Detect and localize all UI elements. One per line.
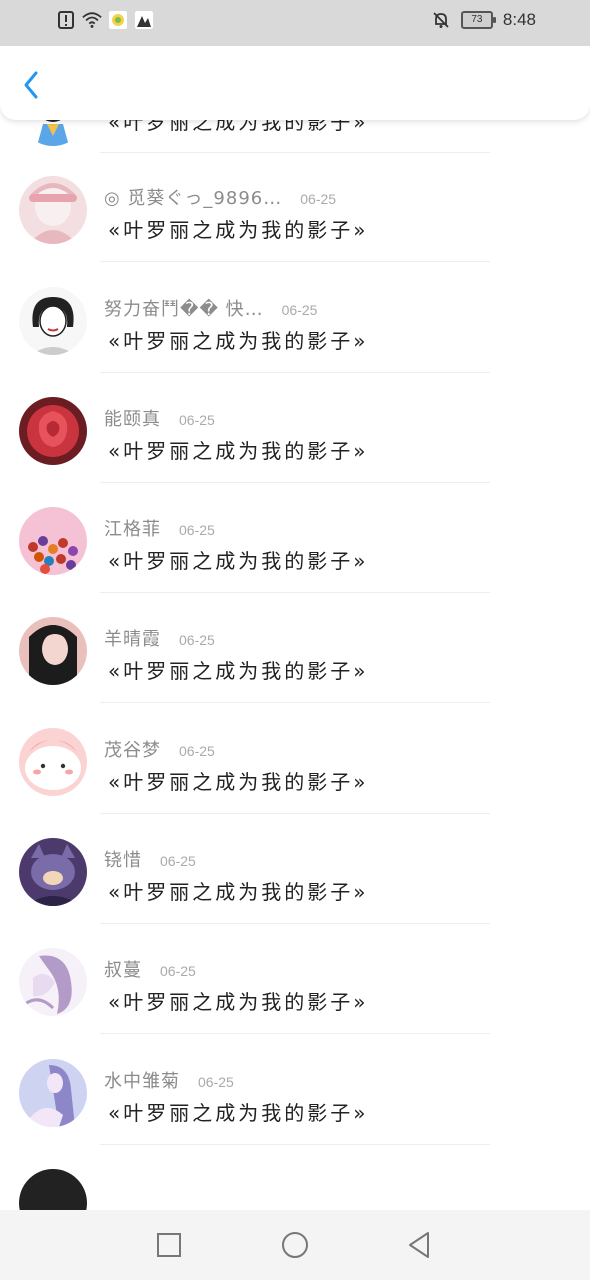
comment-list: 练聪 06-25 «叶罗丽之成为我的影子» ◎ 觅葵ぐっ_9896… 06-25… — [0, 120, 590, 1210]
user-name[interactable]: 铙惜 — [104, 846, 142, 872]
avatar[interactable] — [19, 176, 87, 245]
home-icon — [282, 1232, 308, 1258]
avatar[interactable] — [19, 286, 87, 355]
home-button[interactable] — [280, 1230, 310, 1260]
status-bar-right: 73 8:48 — [431, 10, 536, 30]
comment-text[interactable]: «叶罗丽之成为我的影子» — [108, 214, 368, 243]
back-icon — [409, 1232, 429, 1258]
post-date: 06-25 — [179, 522, 215, 539]
header-bar — [0, 46, 590, 120]
post-date: 06-25 — [198, 1073, 234, 1090]
comment-text[interactable]: «叶罗丽之成为我的影子» — [108, 1097, 368, 1126]
post-date: 06-25 — [281, 301, 318, 318]
user-name[interactable]: 水中雏菊 — [104, 1067, 180, 1093]
battery-icon: 73 — [460, 11, 496, 29]
avatar[interactable] — [19, 727, 87, 796]
navigation-bar — [0, 1210, 590, 1280]
status-time: 8:48 — [502, 10, 536, 29]
list-item[interactable]: 努力奋鬥�� 快… 06-25 «叶罗丽之成为我的影子» — [0, 263, 590, 373]
list-item[interactable]: 水中雏菊 06-25 «叶罗丽之成为我的影子» — [0, 1035, 590, 1145]
comment-text[interactable]: «叶罗丽之成为我的影子» — [108, 766, 368, 795]
list-item[interactable]: 羊晴霞 06-25 «叶罗丽之成为我的影子» — [0, 593, 590, 704]
back-nav-button[interactable] — [404, 1230, 434, 1260]
list-item[interactable]: 叔蔓 06-25 «叶罗丽之成为我的影子» — [0, 924, 590, 1035]
list-item[interactable]: 江格菲 06-25 «叶罗丽之成为我的影子» — [0, 483, 590, 594]
comment-text[interactable]: «叶罗丽之成为我的影子» — [108, 655, 368, 684]
chevron-left-icon — [24, 71, 38, 99]
post-date: 06-25 — [179, 411, 215, 428]
user-name[interactable]: 江格菲 — [104, 515, 161, 541]
comment-text[interactable]: «叶罗丽之成为我的影子» — [108, 876, 368, 905]
post-date: 06-25 — [300, 191, 337, 208]
user-name[interactable]: 叔蔓 — [104, 956, 142, 982]
avatar[interactable] — [19, 1168, 87, 1210]
user-name[interactable]: ◎ 觅葵ぐっ_9896… — [104, 184, 282, 210]
user-name[interactable]: 能颐真 — [104, 405, 161, 431]
list-item[interactable]: 铙惜 06-25 «叶罗丽之成为我的影子» — [0, 814, 590, 925]
alert-icon — [56, 10, 76, 30]
list-item[interactable] — [0, 1145, 590, 1210]
comment-text[interactable]: «叶罗丽之成为我的影子» — [108, 435, 368, 464]
avatar[interactable] — [19, 396, 87, 465]
comment-text[interactable]: «叶罗丽之成为我的影子» — [108, 545, 368, 574]
recent-apps-button[interactable] — [154, 1230, 184, 1260]
comment-text[interactable]: «叶罗丽之成为我的影子» — [108, 986, 368, 1015]
user-name[interactable]: 茂谷梦 — [104, 736, 161, 762]
wifi-icon — [82, 10, 102, 30]
list-item[interactable]: 茂谷梦 06-25 «叶罗丽之成为我的影子» — [0, 704, 590, 814]
post-date: 06-25 — [160, 963, 196, 980]
post-date: 06-25 — [179, 742, 215, 759]
avatar[interactable] — [19, 120, 87, 146]
status-bar-left — [56, 10, 154, 30]
avatar[interactable] — [19, 838, 87, 907]
comment-text[interactable]: «叶罗丽之成为我的影子» — [108, 325, 368, 354]
post-date: 06-25 — [160, 853, 196, 870]
list-item[interactable]: 能颐真 06-25 «叶罗丽之成为我的影子» — [0, 373, 590, 483]
app-notification-icon-2 — [134, 10, 154, 30]
avatar[interactable] — [19, 948, 87, 1017]
recent-apps-icon — [157, 1233, 181, 1257]
status-bar: 73 8:48 — [0, 0, 590, 46]
back-button[interactable] — [18, 68, 50, 102]
avatar[interactable] — [19, 617, 87, 686]
user-name[interactable]: 羊晴霞 — [104, 625, 161, 651]
avatar[interactable] — [19, 1058, 87, 1127]
list-item[interactable]: ◎ 觅葵ぐっ_9896… 06-25 «叶罗丽之成为我的影子» — [0, 152, 590, 263]
avatar[interactable] — [19, 507, 87, 576]
bell-off-icon — [431, 10, 451, 30]
app-notification-icon — [108, 10, 128, 30]
comment-text[interactable]: «叶罗丽之成为我的影子» — [108, 120, 368, 135]
post-date: 06-25 — [179, 632, 215, 649]
user-name[interactable]: 努力奋鬥�� 快… — [104, 295, 264, 321]
